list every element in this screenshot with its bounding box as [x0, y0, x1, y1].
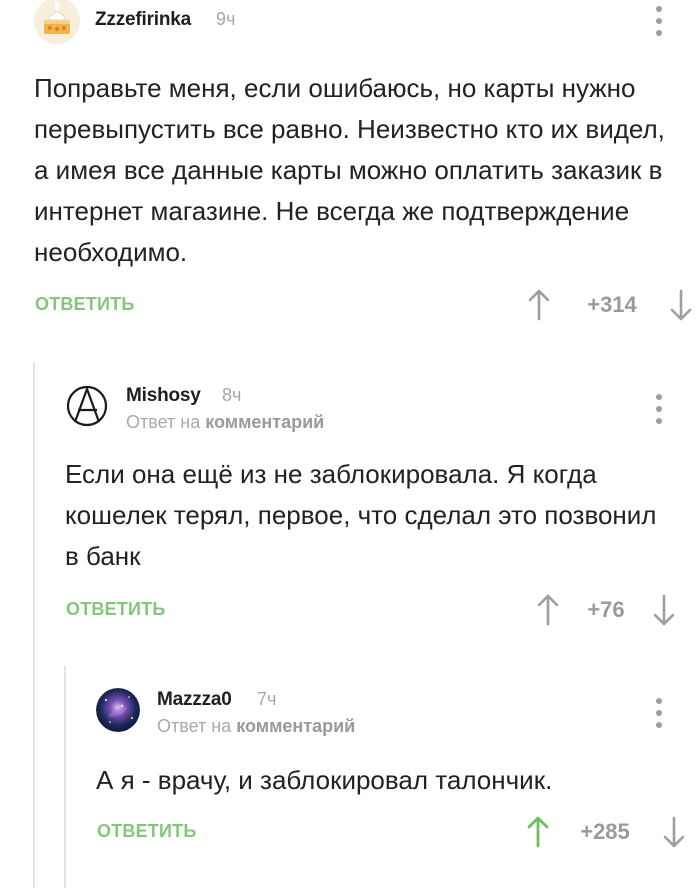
- comment: Zzzefirinka 9ч Поправьте меня, если ошиб…: [34, 0, 700, 360]
- avatar[interactable]: [96, 688, 140, 732]
- reply-prefix: Ответ на: [157, 716, 232, 736]
- galaxy-icon: [96, 688, 140, 732]
- vote-controls: +314: [528, 288, 692, 322]
- reply-button[interactable]: ОТВЕТИТЬ: [35, 294, 134, 315]
- vote-controls: +76: [537, 593, 675, 627]
- comment-time: 9ч: [216, 9, 236, 29]
- avatar[interactable]: [34, 0, 80, 44]
- reply-to-info: Ответ на комментарий: [126, 412, 324, 433]
- comment-rating: +76: [587, 597, 625, 622]
- vote-controls: +285: [527, 815, 685, 849]
- comment-time: 7ч: [257, 689, 277, 709]
- comment-text: А я - врачу, и заблокировал талончик.: [96, 765, 553, 795]
- reply-to-comment-link[interactable]: комментарий: [205, 412, 324, 432]
- comment-author[interactable]: Mishosy: [126, 385, 201, 407]
- comment-text: Если она ещё из не заблокировала. Я когд…: [65, 459, 657, 571]
- downvote-arrow-icon[interactable]: [670, 289, 692, 321]
- downvote-arrow-icon[interactable]: [663, 816, 685, 848]
- comment-rating: +285: [580, 819, 630, 844]
- comment-author[interactable]: Zzzefirinka: [95, 9, 191, 31]
- reply-to-info: Ответ на комментарий: [157, 716, 355, 737]
- upvote-arrow-icon[interactable]: [528, 289, 550, 321]
- downvote-arrow-icon[interactable]: [653, 594, 675, 626]
- comment-time: 8ч: [222, 385, 242, 405]
- reply-prefix: Ответ на: [126, 412, 201, 432]
- reply-to-comment-link[interactable]: комментарий: [236, 716, 355, 736]
- thread-line-level-1: [33, 362, 35, 888]
- upvote-arrow-icon[interactable]: [537, 594, 559, 626]
- avatar[interactable]: [65, 384, 109, 428]
- reply-button[interactable]: ОТВЕТИТЬ: [66, 599, 165, 620]
- thread-line-level-2: [64, 666, 66, 888]
- comment-text: Поправьте меня, если ошибаюсь, но карты …: [34, 73, 665, 267]
- cake-icon: [34, 0, 80, 44]
- anarchy-symbol-icon: [66, 385, 108, 427]
- more-options-icon[interactable]: [655, 394, 663, 424]
- more-options-icon[interactable]: [655, 698, 663, 728]
- more-options-icon[interactable]: [655, 6, 663, 36]
- comment-rating: +314: [587, 292, 637, 317]
- upvote-arrow-icon[interactable]: [527, 816, 549, 848]
- comment: Mishosy 8ч Ответ на комментарий Если она…: [65, 384, 700, 664]
- comment: Mazzza0 7ч Ответ на комментарий А я - вр…: [96, 688, 700, 888]
- comment-author[interactable]: Mazzza0: [157, 689, 232, 711]
- reply-button[interactable]: ОТВЕТИТЬ: [97, 821, 196, 842]
